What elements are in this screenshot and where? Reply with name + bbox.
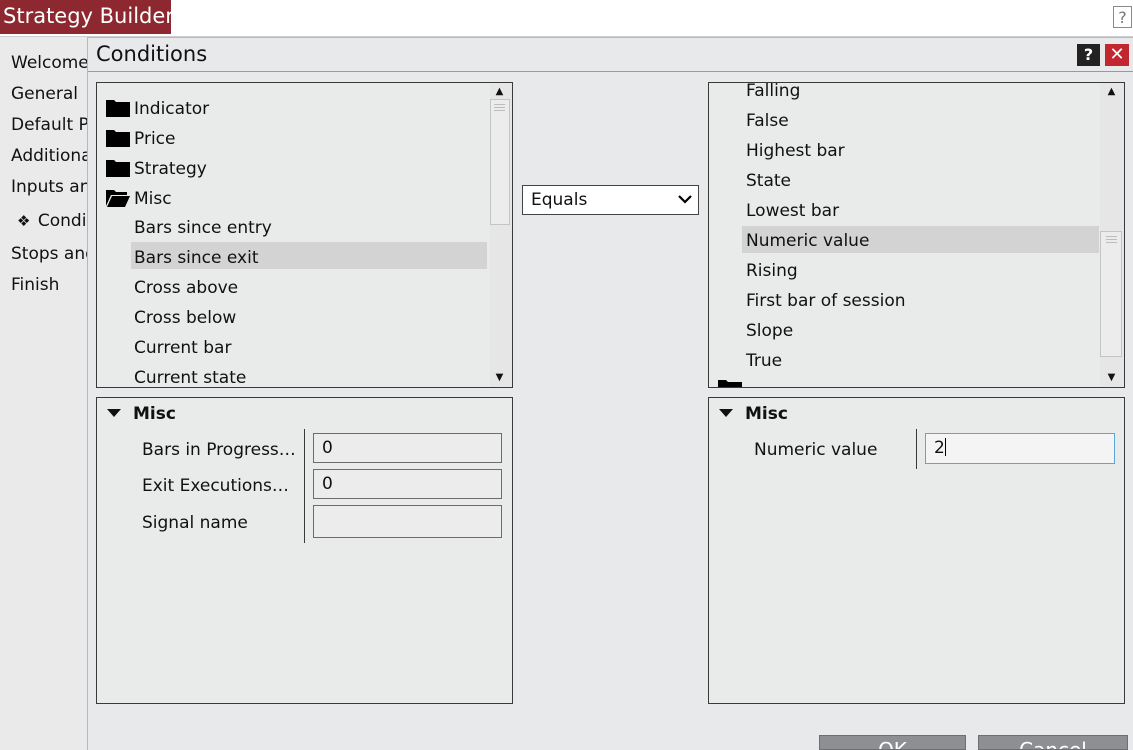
app-help-button[interactable]: ? [1113,6,1132,28]
tree-folder-price[interactable]: Price [134,129,175,149]
tree-item[interactable]: Current bar [134,338,231,358]
folder-closed-icon [718,380,742,387]
tree-folder-strategy[interactable]: Strategy [134,159,207,179]
dialog-close-button[interactable]: ✕ [1105,44,1129,66]
tree-folder-indicator[interactable]: Indicator [134,99,209,119]
scroll-up-arrow-icon[interactable]: ▲ [1105,85,1118,98]
numeric-value-text: 2 [934,438,945,458]
bars-in-progress-field[interactable]: 0 [313,433,502,463]
nav-item-default-properties[interactable]: Default P [11,115,87,135]
list-item[interactable]: Highest bar [746,141,845,161]
chevron-down-icon [678,195,692,204]
nav-item-inputs[interactable]: Inputs anc [11,177,87,197]
app-title: Strategy Builder [0,0,174,34]
dialog-help-button[interactable]: ? [1077,44,1100,66]
nav-item-stops[interactable]: Stops and [11,244,87,264]
dialog-title: Conditions [96,42,208,66]
right-condition-list: Falling False Highest bar State Lowest b… [708,82,1125,388]
collapse-caret-icon[interactable] [719,409,733,417]
title-divider [88,71,1133,72]
scrollbar-thumb[interactable] [1100,231,1122,357]
tree-item[interactable]: Bars since entry [134,218,272,238]
list-item[interactable]: True [746,351,782,371]
list-item[interactable]: Rising [746,261,798,281]
scroll-down-arrow-icon[interactable]: ▼ [1105,371,1118,384]
list-item[interactable]: Lowest bar [746,201,839,221]
nav-item-additional[interactable]: Additiona [11,146,87,166]
property-label: Bars in Progress… [142,440,296,460]
cancel-button[interactable]: Cancel [978,735,1128,750]
ok-button-label: OK [878,738,907,750]
scroll-down-arrow-icon[interactable]: ▼ [493,371,506,384]
tree-folder-misc[interactable]: Misc [134,189,172,209]
ok-button[interactable]: OK [819,735,966,750]
numeric-value-field[interactable]: 2 [925,433,1115,464]
tree-item-selected[interactable]: Bars since exit [134,248,259,268]
tree-item[interactable]: Cross above [134,278,238,298]
nav-item-conditions[interactable]: ❖ Condi [17,211,86,231]
text-caret [944,438,946,456]
list-item[interactable]: State [746,171,791,191]
active-marker-icon: ❖ [17,212,31,230]
exit-executions-field[interactable]: 0 [313,469,502,499]
property-group-header: Misc [745,404,788,424]
tree-item[interactable]: Cross below [134,308,236,328]
folder-closed-icon [106,100,130,117]
nav-item-finish[interactable]: Finish [11,275,59,295]
list-item[interactable]: Falling [746,83,800,101]
tree-item[interactable]: Current state [134,368,246,387]
right-properties-panel: Misc Numeric value 2 [708,397,1125,704]
nav-item-general[interactable]: General [11,84,78,104]
scrollbar-thumb[interactable] [490,99,510,225]
column-divider [916,429,917,469]
nav-item-welcome[interactable]: Welcome [11,53,87,73]
property-group-header: Misc [133,404,176,424]
operator-select[interactable]: Equals [522,185,699,215]
list-item[interactable]: Slope [746,321,793,341]
list-item-selected[interactable]: Numeric value [746,231,869,251]
wizard-nav: Welcome General Default P Additiona Inpu… [0,37,87,750]
property-label: Numeric value [754,440,878,460]
list-item[interactable]: First bar of session [746,291,906,311]
folder-closed-icon [106,130,130,147]
folder-closed-icon [106,160,130,177]
collapse-caret-icon[interactable] [107,409,121,417]
column-divider [304,429,305,543]
property-label: Signal name [142,513,248,533]
signal-name-field[interactable] [313,505,502,538]
cancel-button-label: Cancel [1019,738,1087,750]
list-item[interactable]: False [746,111,789,131]
left-condition-tree: Indicator Price Strategy Misc Bars since… [96,82,513,388]
property-label: Exit Executions… [142,476,289,496]
nav-item-conditions-label: Condi [37,211,87,231]
scroll-up-arrow-icon[interactable]: ▲ [493,85,506,98]
folder-open-icon [106,190,130,207]
left-properties-panel: Misc Bars in Progress… 0 Exit Executions… [96,397,513,704]
